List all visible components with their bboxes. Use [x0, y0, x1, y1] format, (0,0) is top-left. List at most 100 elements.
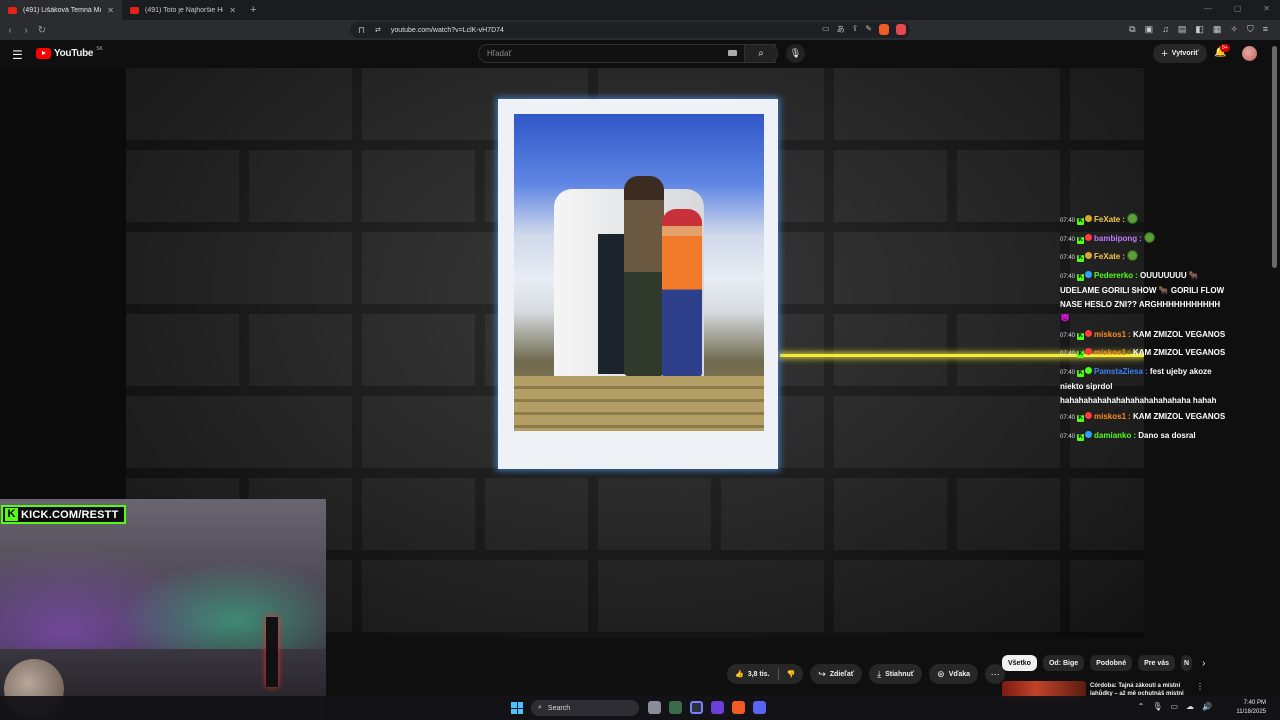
reload-icon[interactable]: ↻ — [34, 25, 50, 36]
taskbar-apps — [648, 701, 766, 714]
network-icon[interactable]: ▭ — [1170, 702, 1178, 711]
chat-message: 07:40 Kdamianko: Dano sa dosral — [1060, 429, 1232, 445]
thanks-icon: ⊛ — [937, 668, 945, 679]
thanks-label: Vďaka — [948, 670, 971, 678]
stream-chat-overlay: 07:40 K FeXate: 07:40 Kbambipong: 07:40 K FeX… — [1060, 213, 1232, 447]
chat-message: 07:40 Kbambipong: — [1060, 231, 1232, 248]
close-tab-icon[interactable]: ✕ — [107, 6, 114, 15]
extension-icon[interactable]: ⧉ — [1129, 24, 1135, 35]
download-icon: ⤓ — [877, 668, 882, 679]
browser-tab-2[interactable]: (491) Toto je Najhoršie Hodnotený H ✕ — [122, 0, 244, 20]
like-count: 3,8 tis. — [747, 670, 770, 678]
share-button[interactable]: ↪ Zdieľať — [810, 664, 863, 684]
chevron-right-icon[interactable]: › — [1202, 658, 1205, 669]
volume-icon[interactable]: 🔊 — [1202, 702, 1212, 711]
youtube-logo[interactable]: YouTube SK — [36, 45, 103, 59]
thumbs-down-icon: 👎 — [786, 671, 796, 678]
vpn-icon[interactable]: ⛉ — [1247, 24, 1254, 35]
close-tab-icon[interactable]: ✕ — [229, 6, 236, 15]
clock-date: 11/18/2025 — [1236, 709, 1266, 715]
person-figure — [662, 209, 702, 377]
chat-username: Pedererko — [1094, 270, 1134, 280]
twitch-icon[interactable] — [711, 701, 724, 714]
subscriber-badge-icon — [1085, 252, 1093, 259]
thanks-button[interactable]: ⊛ Vďaka — [929, 664, 979, 684]
windows-start-icon[interactable] — [511, 702, 523, 714]
new-tab-icon[interactable]: + — [250, 4, 256, 16]
discord-icon[interactable] — [753, 701, 766, 714]
task-view-icon[interactable] — [648, 701, 661, 714]
create-button[interactable]: + Vytvoriť — [1153, 44, 1207, 63]
site-info-icon[interactable]: ⇄ — [375, 26, 381, 34]
maximize-icon[interactable]: ▢ — [1234, 4, 1242, 13]
share-label: Zdieľať — [829, 670, 855, 678]
mic-icon[interactable]: 🎙 — [1152, 702, 1162, 711]
chat-timestamp: 07:40 — [1060, 236, 1076, 243]
sidebar-icon[interactable]: ▣ — [1145, 24, 1154, 35]
wallet-icon[interactable]: ▦ — [1213, 24, 1222, 35]
brave-shields-icon[interactable] — [879, 24, 889, 35]
like-button[interactable]: 👍 3,8 tis. — [727, 664, 778, 684]
subscriber-badge-icon — [1085, 215, 1093, 222]
reader-icon[interactable]: ▤ — [1178, 24, 1187, 35]
leo-icon[interactable]: ✧ — [1230, 24, 1238, 35]
menu-icon[interactable]: ≡ — [1263, 24, 1268, 35]
chrome-icon[interactable] — [690, 701, 703, 714]
xbox-icon[interactable] — [669, 701, 682, 714]
brave-icon[interactable] — [732, 701, 745, 714]
split-view-icon[interactable]: ◧ — [1195, 24, 1204, 35]
microphone-icon: 🎙 — [789, 48, 802, 58]
thumbs-up-icon: 👍 — [735, 671, 744, 678]
hamburger-menu-icon[interactable]: ☰ — [12, 48, 23, 62]
taskbar-search[interactable]: ⌕ Search — [531, 700, 639, 716]
close-window-icon[interactable]: ✕ — [1263, 4, 1270, 13]
more-vert-icon[interactable]: ⋮ — [1196, 682, 1204, 691]
window-controls: — ▢ ✕ — [1204, 4, 1270, 13]
bookmark-icon[interactable]: ⊓ — [358, 25, 365, 36]
search-input[interactable] — [487, 49, 727, 58]
kick-badge-icon: K — [1077, 332, 1085, 340]
browser-tab-1[interactable]: (491) Lišáková Temná Minulost ✕ — [0, 0, 122, 20]
music-icon[interactable]: ♫ — [1162, 24, 1169, 35]
page-scrollbar[interactable] — [1272, 46, 1277, 268]
chip-all[interactable]: Všetko — [1002, 655, 1037, 671]
clock-time: 7:40 PM — [1243, 700, 1266, 706]
chevron-up-icon[interactable]: ⌃ — [1138, 702, 1145, 711]
video-actions: 👍 3,8 tis. 👎 ↪ Zdieľať ⤓ Stiahnuť ⊛ Vďak… — [727, 664, 1006, 684]
search-button[interactable]: ⌕ — [744, 44, 778, 63]
chat-username: FeXate — [1094, 252, 1121, 261]
chat-text: Dano sa dosral — [1138, 430, 1196, 440]
cast-icon[interactable]: ▭ — [822, 24, 830, 35]
chip-from-channel[interactable]: Od: Bige — [1042, 655, 1085, 671]
download-button[interactable]: ⤓ Stiahnuť — [869, 664, 923, 684]
region-code: SK — [96, 45, 103, 52]
chip-related[interactable]: Podobné — [1090, 655, 1133, 671]
minimize-icon[interactable]: — — [1204, 4, 1212, 13]
forward-icon[interactable]: › — [18, 25, 34, 36]
emote-icon — [1144, 231, 1156, 243]
translate-icon[interactable]: あ — [837, 24, 845, 35]
share-icon[interactable]: ⇪ — [852, 24, 859, 35]
chip-truncated[interactable]: N — [1181, 655, 1193, 671]
avatar[interactable] — [1242, 46, 1257, 61]
taskbar-clock[interactable]: 7:40 PM 11/18/2025 — [1236, 699, 1266, 717]
kick-badge-icon: K — [1077, 369, 1085, 377]
stairs — [514, 376, 764, 431]
brave-rewards-icon[interactable] — [896, 24, 906, 35]
kick-channel-tag: K KICK.COM/RESTT — [1, 505, 126, 524]
share-arrow-icon: ↪ — [818, 668, 826, 679]
cloud-icon[interactable]: ☁ — [1186, 702, 1194, 711]
chat-timestamp: 07:40 — [1060, 255, 1076, 261]
kick-badge-icon: K — [1077, 351, 1085, 358]
chat-username: miskos1 — [1094, 412, 1127, 421]
back-icon[interactable]: ‹ — [2, 25, 18, 36]
chat-username: PamstaZiesa — [1094, 366, 1143, 376]
keyboard-icon[interactable] — [728, 50, 737, 56]
voice-search-button[interactable]: 🎙 — [786, 44, 805, 63]
edit-icon[interactable]: ✎ — [865, 24, 872, 35]
address-bar[interactable]: ⊓ ⇄ youtube.com/watch?v=LclK-vH7D74 ▭ あ … — [350, 22, 910, 38]
dislike-button[interactable]: 👎 — [779, 664, 804, 684]
browser-toolbar: ‹ › ↻ ⊓ ⇄ youtube.com/watch?v=LclK-vH7D7… — [0, 20, 1280, 40]
chip-for-you[interactable]: Pre vás — [1138, 655, 1176, 671]
chat-message: 07:40 K PamstaZiesa: fest ujeby akoze niek… — [1060, 365, 1232, 408]
